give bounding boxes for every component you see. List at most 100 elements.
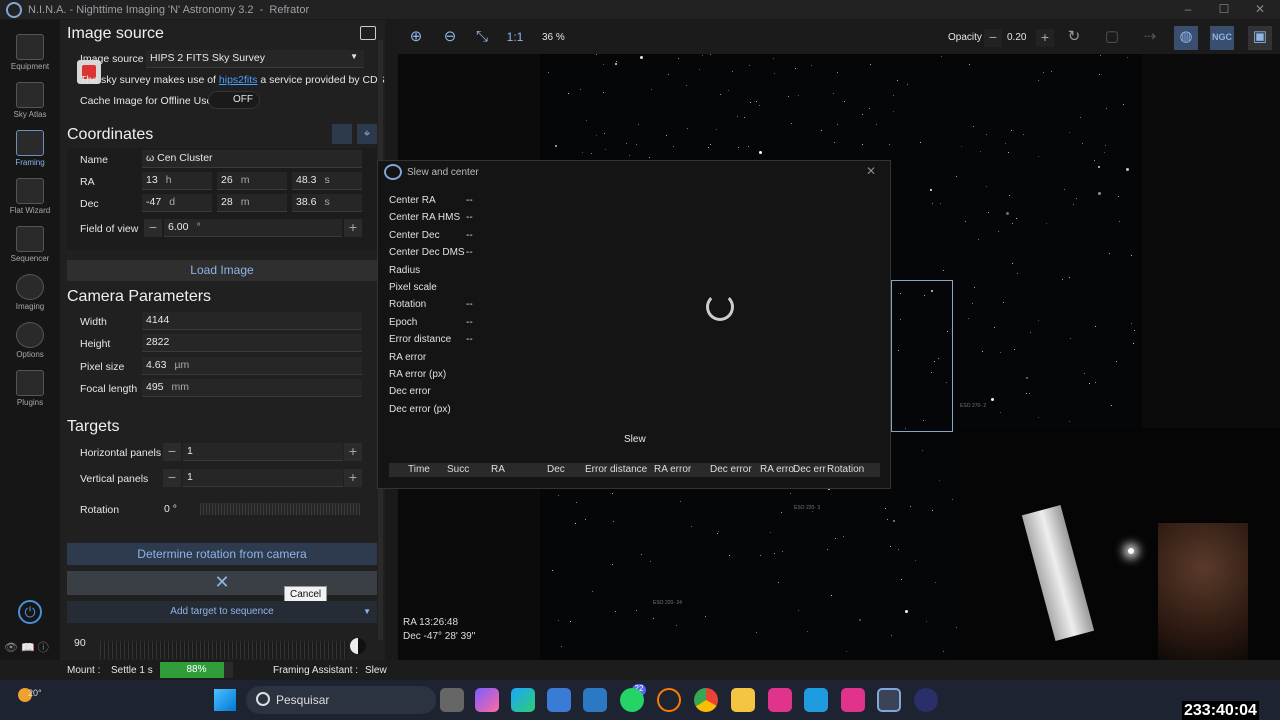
vpanels-decrement-button[interactable]: − [163, 469, 181, 487]
stellarium-icon[interactable] [914, 688, 938, 712]
dec-seconds-field[interactable]: 38.6 s [292, 194, 362, 212]
copilot-icon[interactable] [475, 688, 499, 712]
sidebar-item-options[interactable]: Options [0, 316, 60, 364]
app-blue-icon[interactable] [804, 688, 828, 712]
star [1100, 55, 1102, 57]
task-view-icon[interactable] [440, 688, 464, 712]
vpanels-increment-button[interactable]: + [344, 469, 362, 487]
pixel-size-field[interactable]: 4.63 µm [142, 357, 362, 375]
book-icon[interactable] [360, 26, 376, 40]
image-source-select[interactable]: HIPS 2 FITS Sky Survey ▼ [146, 50, 364, 68]
fov-decrement-button[interactable]: − [144, 219, 162, 237]
focal-length-field[interactable]: 495 mm [142, 379, 362, 397]
opacity-increment-button[interactable]: + [1036, 29, 1054, 47]
sidebar-item-flat-wizard[interactable]: Flat Wizard [0, 172, 60, 220]
load-image-button[interactable]: Load Image [67, 260, 377, 281]
ngc-toggle[interactable]: NGC [1210, 26, 1234, 50]
app-icon[interactable] [583, 688, 607, 712]
table-column-header[interactable]: RA error [654, 464, 691, 475]
table-column-header[interactable]: Dec [547, 464, 565, 475]
opacity-value[interactable]: 0.20 [1007, 32, 1026, 43]
dec-minutes-field[interactable]: 28 m [217, 194, 287, 212]
dialog-row-label: Pixel scale [389, 282, 437, 293]
file-explorer-icon[interactable] [731, 688, 755, 712]
sidebar-item-sky-atlas[interactable]: Sky Atlas [0, 76, 60, 124]
edge-icon[interactable] [511, 688, 535, 712]
zoom-out-icon[interactable]: ⊖ [438, 26, 462, 50]
dec-degrees-field[interactable]: -47 d [142, 194, 212, 212]
close-button[interactable]: ✕ [1250, 2, 1270, 18]
table-column-header[interactable]: Succ [447, 464, 469, 475]
zoom-in-icon[interactable]: ⊕ [404, 26, 428, 50]
sidebar-item-plugins[interactable]: Plugins [0, 364, 60, 412]
taskbar-search[interactable]: Pesquisar [246, 686, 436, 714]
table-column-header[interactable]: Rotation [827, 464, 864, 475]
nina-taskbar-icon[interactable] [877, 688, 901, 712]
height-field[interactable]: 2822 [142, 334, 362, 352]
width-field[interactable]: 4144 [142, 312, 362, 330]
store-icon[interactable] [547, 688, 571, 712]
vpanels-field[interactable]: 1 [183, 469, 343, 487]
star [748, 65, 750, 67]
star [955, 175, 957, 177]
sidebar-item-equipment[interactable]: Equipment [0, 28, 60, 76]
rotate-icon[interactable]: ↻ [1062, 26, 1086, 50]
fov-increment-button[interactable]: + [344, 219, 362, 237]
one-to-one-button[interactable]: 1:1 [503, 26, 527, 50]
star [626, 142, 628, 144]
whatsapp-icon[interactable] [620, 688, 644, 712]
hips2fits-link[interactable]: hips2fits [219, 74, 258, 86]
crosshair-icon[interactable] [332, 124, 352, 144]
slew-history-table-header: Time Succ RA Dec Error distance RA error Dec e… [389, 463, 880, 477]
hpanels-increment-button[interactable]: + [344, 443, 362, 461]
app-pink2-icon[interactable] [841, 688, 865, 712]
star [898, 548, 900, 550]
zoom-level: 36 % [542, 32, 565, 43]
power-icon[interactable]: ⏻ [18, 600, 42, 624]
sidebar-item-sequencer[interactable]: Sequencer [0, 220, 60, 268]
hpanels-decrement-button[interactable]: − [163, 443, 181, 461]
sidebar-item-framing[interactable]: Framing [0, 124, 60, 172]
star [1069, 277, 1071, 279]
annotate-icon: ⇢ [1143, 28, 1157, 45]
determine-rotation-button[interactable]: Determine rotation from camera [67, 543, 377, 565]
maximize-button[interactable]: ☐ [1214, 2, 1234, 18]
windows-start-icon[interactable] [214, 689, 236, 711]
globe-icon[interactable]: ◍ [1174, 26, 1198, 50]
chrome-icon[interactable] [694, 688, 718, 712]
table-column-header[interactable]: RA erro [760, 464, 794, 475]
name-field[interactable]: ω Cen Cluster [142, 150, 362, 168]
framing-rectangle[interactable] [891, 280, 953, 432]
location-pin-icon[interactable]: ⌖ [357, 124, 377, 144]
dialog-row-label: Center RA HMS [389, 212, 461, 224]
star [1008, 151, 1010, 153]
dialog-row-value: -- [466, 316, 473, 328]
table-column-header[interactable]: Error distance [585, 464, 647, 475]
ra-minutes-field[interactable]: 26 m [217, 172, 287, 190]
rotation-ruler[interactable] [100, 641, 348, 659]
minimize-button[interactable]: – [1178, 2, 1198, 18]
fov-field[interactable]: 6.00 ° [164, 219, 342, 237]
opacity-decrement-button[interactable]: − [984, 29, 1002, 47]
origin-icon[interactable] [657, 688, 681, 712]
table-column-header[interactable]: Dec err [793, 464, 826, 475]
fit-to-screen-icon[interactable]: ⤡ [470, 26, 494, 50]
cancel-button[interactable]: ✕ [67, 571, 377, 595]
add-target-button[interactable]: Add target to sequence ▼ [67, 601, 377, 623]
coordinates-heading: Coordinates [67, 126, 154, 143]
app-pink-icon[interactable] [768, 688, 792, 712]
dialog-close-button[interactable]: ✕ [866, 164, 876, 178]
rotation-slider[interactable] [200, 503, 360, 515]
table-column-header[interactable]: RA [491, 464, 505, 475]
sidebar-item-imaging[interactable]: Imaging [0, 268, 60, 316]
ra-hours-field[interactable]: 13 h [142, 172, 212, 190]
table-column-header[interactable]: Time [408, 464, 430, 475]
star [668, 74, 670, 76]
star [942, 650, 944, 652]
star [1000, 412, 1002, 414]
hpanels-field[interactable]: 1 [183, 443, 343, 461]
image-overlay-icon[interactable]: ▣ [1248, 26, 1272, 50]
table-column-header[interactable]: Dec error [710, 464, 752, 475]
ra-seconds-field[interactable]: 48.3 s [292, 172, 362, 190]
cache-toggle[interactable]: OFF [208, 91, 260, 109]
